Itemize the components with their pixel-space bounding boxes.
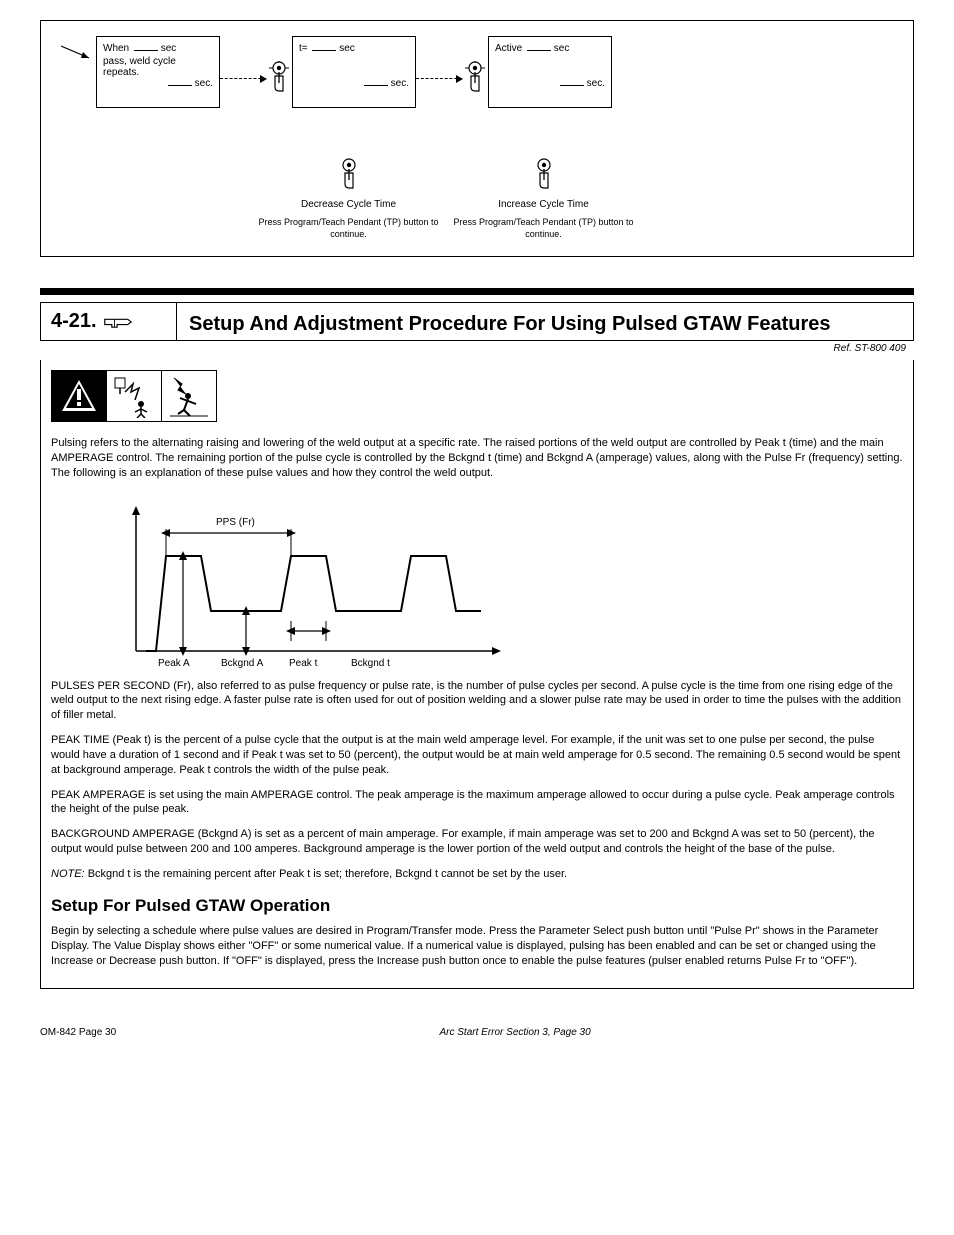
footer-left: OM-842 Page 30 (40, 1027, 116, 1038)
warning-icon (51, 370, 107, 422)
press-icon-4[interactable] (531, 158, 557, 192)
box2-sec2: sec. (391, 78, 409, 89)
pointing-hand-icon (103, 314, 133, 330)
press-icon-3[interactable] (336, 158, 362, 192)
page-footer: OM-842 Page 30 Arc Start Error Section 3… (40, 1027, 914, 1038)
flow-display-1: When sec pass, weld cycle repeats. sec. (96, 36, 220, 108)
press-icon-1[interactable] (266, 61, 292, 95)
connector-1 (220, 61, 292, 95)
section-divider (40, 288, 914, 295)
flow-below-labels: Decrease Cycle Time Press Program/Teach … (96, 158, 903, 240)
falling-hazard-icon (161, 370, 217, 422)
paragraph-3: PEAK TIME (Peak t) is the percent of a p… (51, 733, 903, 778)
main-content: Pulsing refers to the alternating raisin… (40, 360, 914, 989)
paragraph-2: PULSES PER SECOND (Fr), also referred to… (51, 679, 903, 724)
paragraph-1: Pulsing refers to the alternating raisin… (51, 436, 903, 481)
svg-text:Peak t: Peak t (289, 658, 318, 669)
box1-line2: pass, weld cycle (103, 56, 213, 67)
note-text: Bckgnd t is the remaining percent after … (88, 868, 567, 880)
entry-arrow (61, 36, 96, 76)
svg-text:Bckgnd A: Bckgnd A (221, 658, 264, 669)
note-label: NOTE: (51, 868, 85, 880)
box2-t: t= (299, 43, 308, 54)
subsection-title: Setup And Adjustment Procedure For Using… (177, 303, 913, 340)
hazard-icons-row (51, 370, 903, 422)
pulse-waveform-diagram: PPS (Fr) Peak A Bckgnd A Peak t Bckgnd t (101, 501, 903, 679)
svg-text:Peak A: Peak A (158, 658, 190, 669)
box1-when: When (103, 43, 129, 54)
decrease-label: Decrease Cycle Time (251, 198, 446, 211)
paragraph-4: PEAK AMPERAGE is set using the main AMPE… (51, 788, 903, 818)
increase-label: Increase Cycle Time (446, 198, 641, 211)
ref-note: Ref. ST-800 409 (40, 343, 914, 354)
box3-sec: sec (554, 43, 570, 54)
box3-active: Active (495, 43, 522, 54)
button-note-2: Press Program/Teach Pendant (TP) button … (446, 217, 641, 240)
press-icon-2[interactable] (462, 61, 488, 95)
box1-repeats: repeats. (103, 67, 139, 78)
subsection-header: 4-21. Setup And Adjustment Procedure For… (40, 302, 914, 341)
footer-center: Arc Start Error Section 3, Page 30 (439, 1027, 590, 1038)
box2-sec: sec (339, 43, 355, 54)
flow-display-3: Active sec sec. (488, 36, 612, 108)
section-number: 4-21. (51, 310, 97, 333)
paragraph-5: BACKGROUND AMPERAGE (Bckgnd A) is set as… (51, 827, 903, 857)
shock-hazard-icon (106, 370, 162, 422)
setup-heading: Setup For Pulsed GTAW Operation (51, 896, 903, 916)
flow-diagram-container: When sec pass, weld cycle repeats. sec. … (40, 20, 914, 257)
box3-sec2: sec. (587, 78, 605, 89)
box1-sec: sec (161, 43, 177, 54)
svg-text:PPS (Fr): PPS (Fr) (216, 517, 255, 528)
setup-paragraph: Begin by selecting a schedule where puls… (51, 924, 903, 969)
button-note-1: Press Program/Teach Pendant (TP) button … (251, 217, 446, 240)
svg-text:Bckgnd t: Bckgnd t (351, 658, 390, 669)
flow-display-2: t= sec sec. (292, 36, 416, 108)
box1-sec2: sec. (195, 78, 213, 89)
connector-2 (416, 61, 488, 95)
